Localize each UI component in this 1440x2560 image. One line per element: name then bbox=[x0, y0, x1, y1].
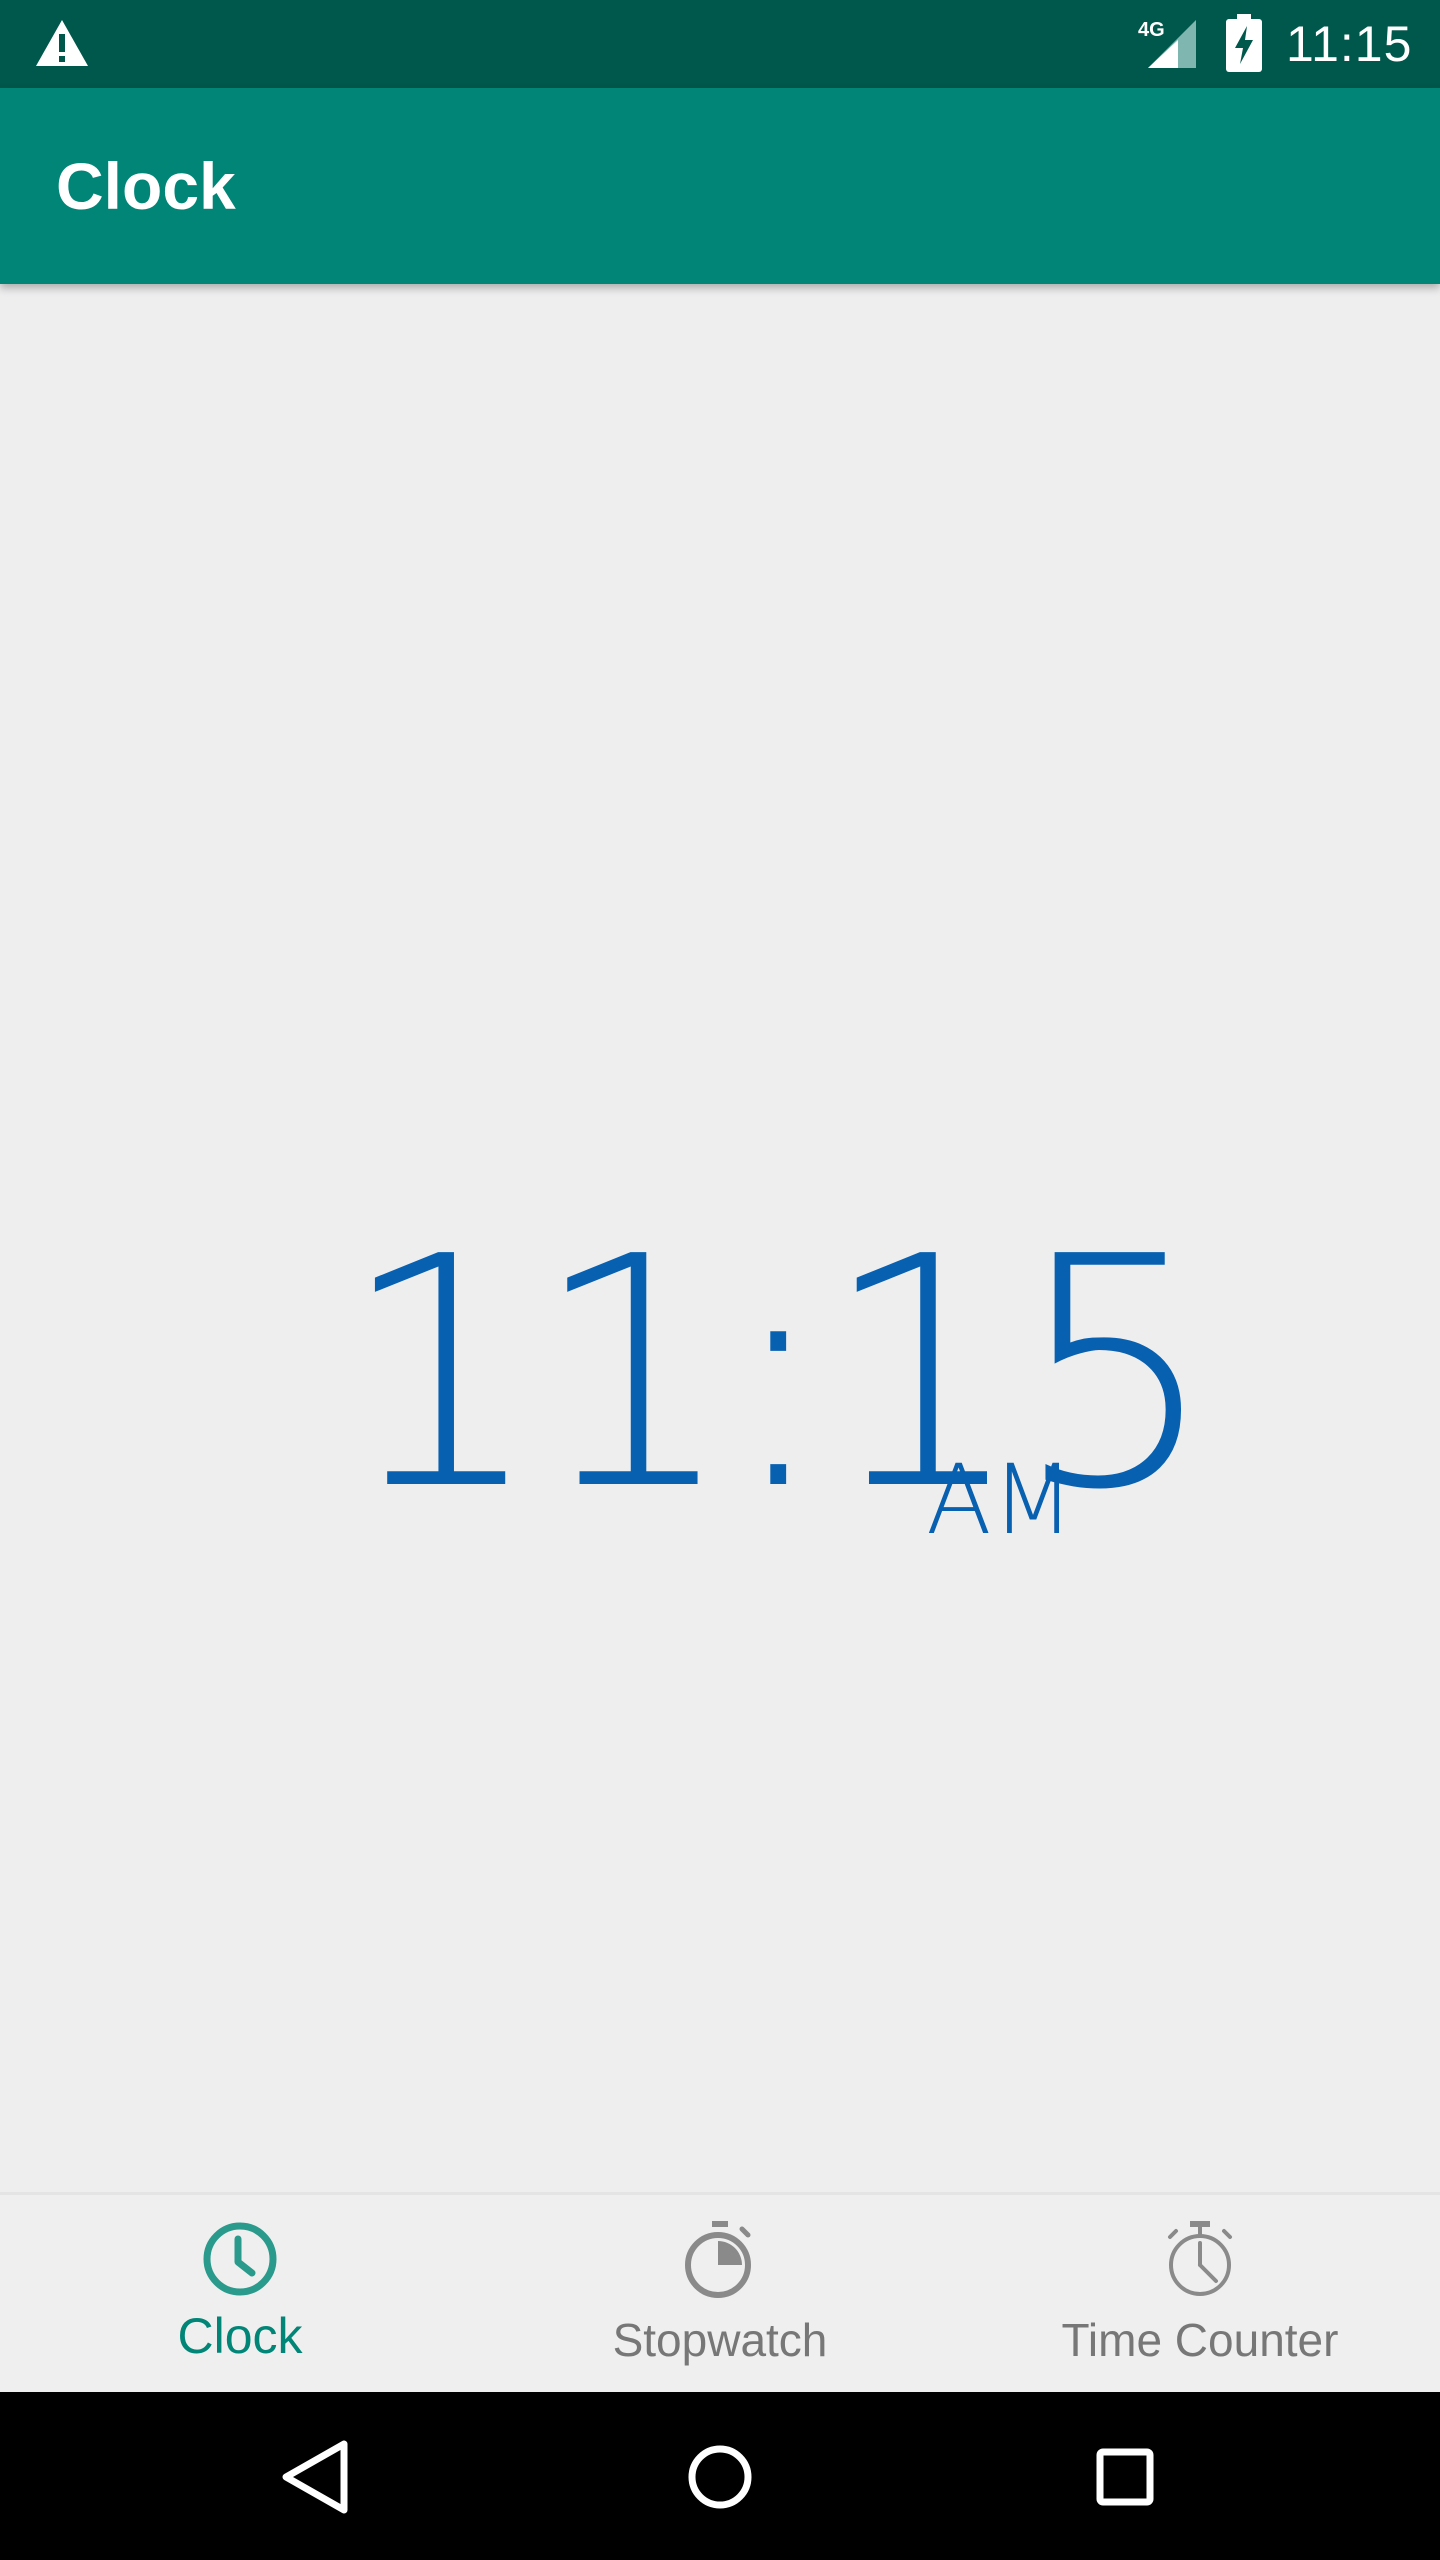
status-bar: 4G 11:15 bbox=[0, 0, 1440, 88]
clock-display: 11:15 AM bbox=[0, 1189, 1440, 1559]
clock-time: 11:15 bbox=[340, 1189, 1216, 1559]
nav-item-time-counter[interactable]: Time Counter bbox=[960, 2195, 1440, 2395]
system-navigation-bar bbox=[0, 2392, 1440, 2560]
status-time: 11:15 bbox=[1286, 16, 1413, 72]
nav-item-stopwatch[interactable]: Stopwatch bbox=[480, 2195, 960, 2395]
signal-icon: 4G bbox=[1138, 19, 1196, 68]
app-bar: Clock bbox=[0, 88, 1440, 284]
timer-icon bbox=[1168, 2221, 1232, 2296]
back-icon[interactable] bbox=[270, 2432, 360, 2522]
page-title: Clock bbox=[56, 149, 236, 223]
network-type-label: 4G bbox=[1138, 19, 1165, 41]
clock-icon bbox=[203, 2222, 277, 2296]
bottom-navigation: Clock Stopwatch Time Counter bbox=[0, 2192, 1440, 2395]
warning-icon bbox=[36, 20, 88, 66]
home-icon[interactable] bbox=[675, 2432, 765, 2522]
nav-item-clock[interactable]: Clock bbox=[0, 2195, 480, 2395]
stopwatch-icon bbox=[685, 2221, 751, 2298]
battery-charging-icon bbox=[1226, 14, 1262, 72]
recents-icon[interactable] bbox=[1080, 2432, 1170, 2522]
nav-item-label: Time Counter bbox=[1061, 2314, 1339, 2366]
main-content: 11:15 AM bbox=[0, 284, 1440, 2194]
nav-item-label: Clock bbox=[177, 2308, 303, 2364]
nav-item-label: Stopwatch bbox=[612, 2314, 828, 2366]
clock-ampm: AM bbox=[926, 1444, 1075, 1556]
